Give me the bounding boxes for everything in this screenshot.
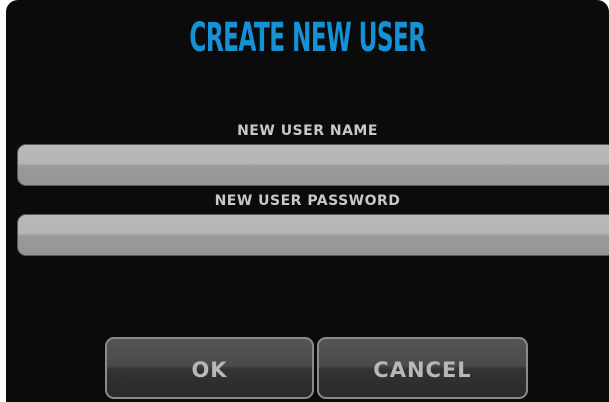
password-label: NEW USER PASSWORD	[214, 193, 401, 209]
password-field-container	[17, 214, 609, 256]
username-field-container	[17, 144, 609, 186]
create-user-dialog: CREATE NEW USER NEW USER NAME NEW USER P…	[6, 0, 609, 402]
dialog-title: CREATE NEW USER	[189, 15, 426, 61]
username-input[interactable]	[18, 145, 609, 185]
ok-button[interactable]: OK	[105, 337, 314, 399]
password-input[interactable]	[18, 215, 609, 255]
username-label: NEW USER NAME	[237, 123, 378, 139]
cancel-button[interactable]: CANCEL	[317, 337, 528, 399]
